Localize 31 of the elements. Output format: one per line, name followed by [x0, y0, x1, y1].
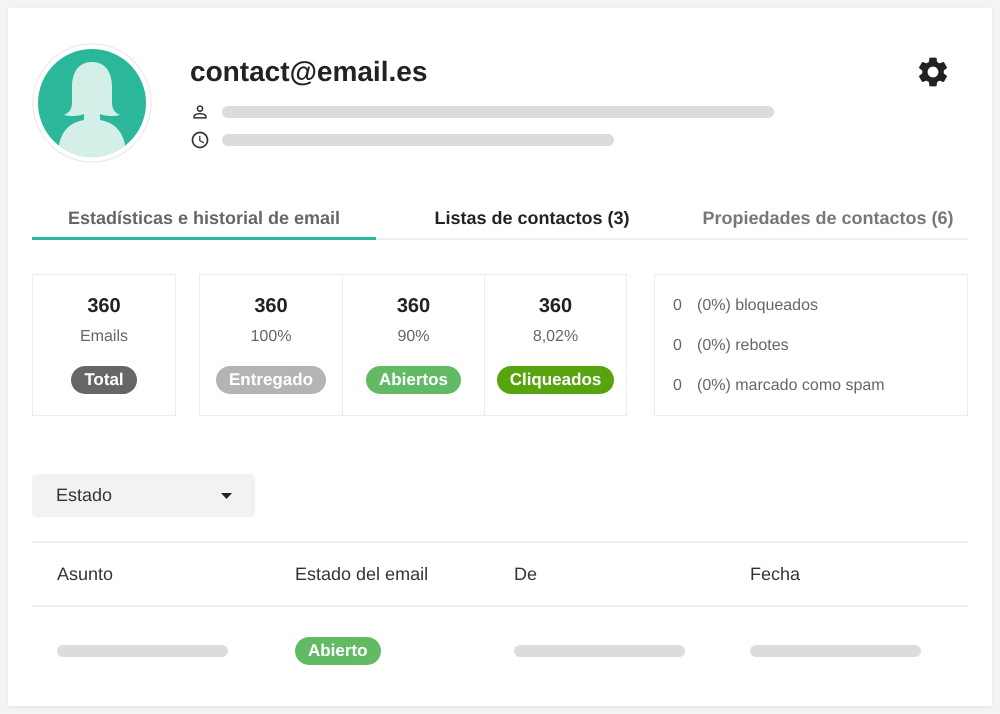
issue-count: 0	[673, 297, 683, 315]
stat-caption: 100%	[250, 327, 292, 347]
tab[interactable]: Propiedades de contactos (6)	[688, 199, 968, 240]
contact-email: contact@email.es	[190, 55, 428, 89]
stat-value: 360	[254, 294, 288, 318]
stat-badge: Cliqueados	[496, 366, 614, 394]
avatar-icon	[32, 43, 152, 163]
column-header: Asunto	[57, 564, 114, 584]
column-header: De	[514, 564, 538, 584]
clock-icon	[190, 130, 210, 150]
stat-caption: 8,02%	[532, 327, 578, 347]
status-dropdown[interactable]: Estado	[32, 474, 255, 517]
stat-badge: Entregado	[216, 366, 326, 394]
status-badge: Abierto	[295, 637, 380, 665]
column-header: Estado del email	[295, 564, 428, 584]
stat-value: 360	[87, 294, 121, 318]
tab[interactable]: Listas de contactos (3)	[376, 199, 688, 240]
stat-value: 360	[396, 294, 430, 318]
issue-label: (0%) rebotes	[697, 337, 789, 355]
column-header: Fecha	[750, 564, 800, 584]
stat-badge: Abiertos	[366, 366, 461, 394]
stat-caption: Emails	[80, 327, 128, 347]
issue-label: (0%) bloqueados	[697, 297, 818, 315]
stat-caption: 90%	[397, 327, 430, 347]
issue-count: 0	[673, 337, 683, 355]
tab[interactable]: Estadísticas e historial de email	[32, 199, 376, 240]
stat-value: 360	[538, 294, 572, 318]
stat-badge: Total	[71, 366, 137, 394]
issue-label: (0%) marcado como spam	[697, 377, 885, 395]
caret-icon	[221, 492, 232, 498]
issue-count: 0	[673, 377, 683, 395]
